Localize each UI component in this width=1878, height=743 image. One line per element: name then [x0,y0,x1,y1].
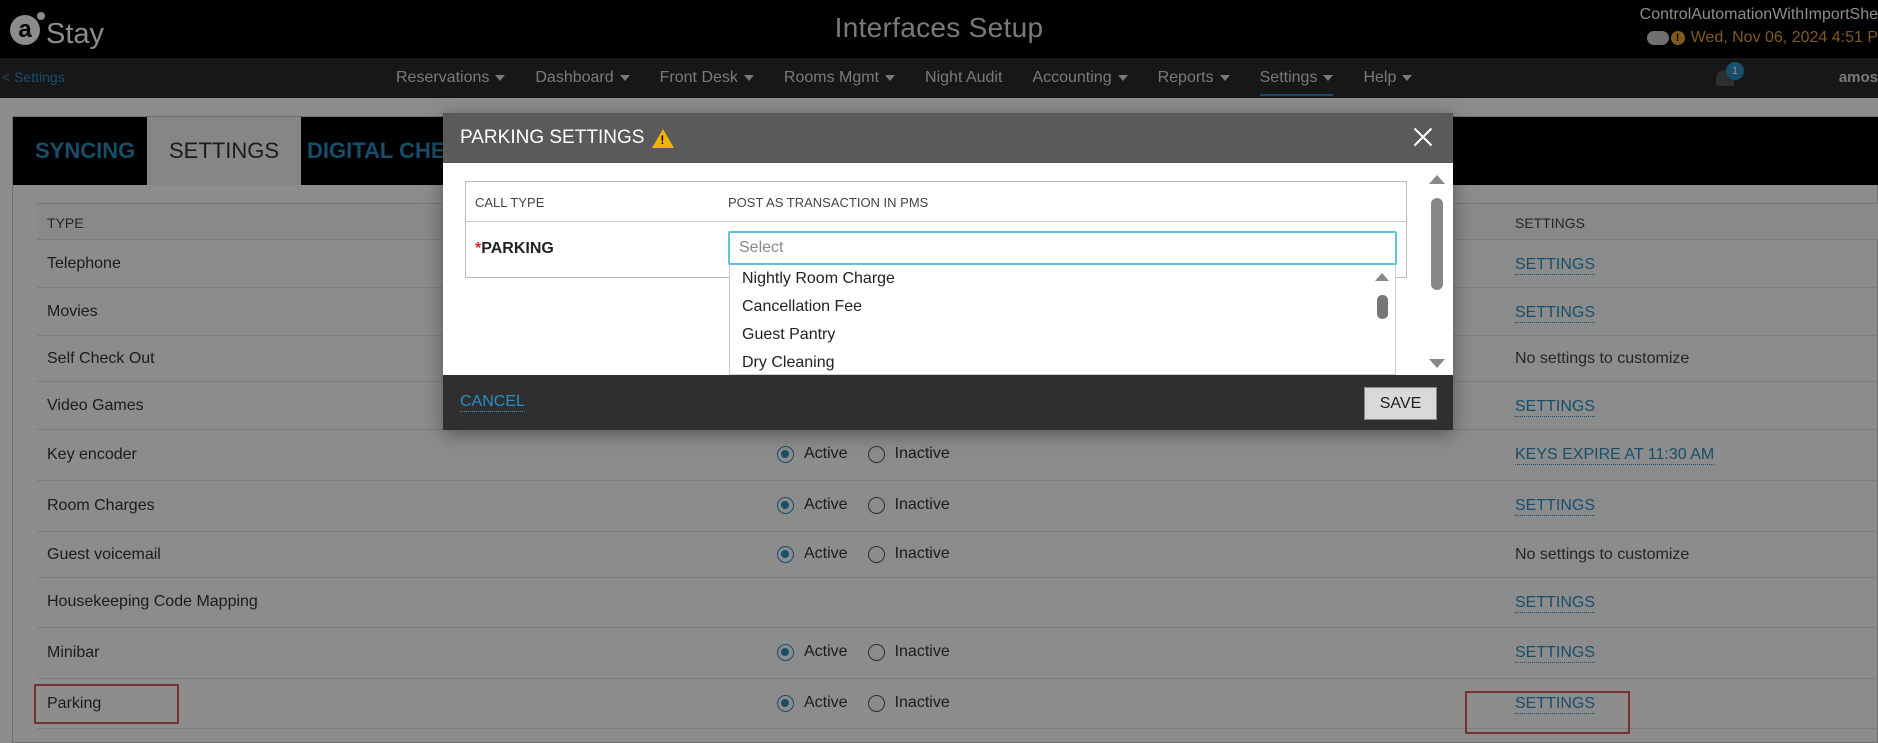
modal-body: CALL TYPE POST AS TRANSACTION IN PMS *PA… [443,163,1453,375]
modal-scrollbar-thumb[interactable] [1431,198,1443,290]
dropdown-option[interactable]: Dry Cleaning [730,349,1395,374]
cancel-button[interactable]: CANCEL [460,393,525,412]
modal-footer: CANCEL SAVE [443,375,1453,430]
warning-icon: ! [652,128,675,148]
modal-scroll-down-icon[interactable] [1429,359,1445,368]
col-call-type: CALL TYPE [475,195,545,210]
transaction-dropdown-list: Nightly Room Charge Cancellation Fee Gue… [729,265,1396,375]
modal-title: PARKING SETTINGS ! [460,127,675,149]
dropdown-option[interactable]: Nightly Room Charge [730,265,1395,293]
modal-header: PARKING SETTINGS ! [443,113,1453,163]
parking-settings-modal: PARKING SETTINGS ! CALL TYPE POST AS TRA… [443,113,1453,430]
modal-scroll-up-icon[interactable] [1429,175,1445,184]
close-icon[interactable] [1409,123,1437,151]
dropdown-option[interactable]: Cancellation Fee [730,293,1395,321]
parking-call-type-label: *PARKING [475,240,554,257]
col-post-as-transaction: POST AS TRANSACTION IN PMS [728,195,929,210]
dropdown-option[interactable]: Guest Pantry [730,321,1395,349]
dropdown-scroll-up-icon[interactable] [1375,273,1389,281]
save-button[interactable]: SAVE [1364,387,1437,420]
dropdown-scrollbar-thumb[interactable] [1377,295,1388,319]
call-type-table-header: CALL TYPE POST AS TRANSACTION IN PMS [466,182,1406,222]
transaction-select-input[interactable]: Select [728,231,1397,265]
